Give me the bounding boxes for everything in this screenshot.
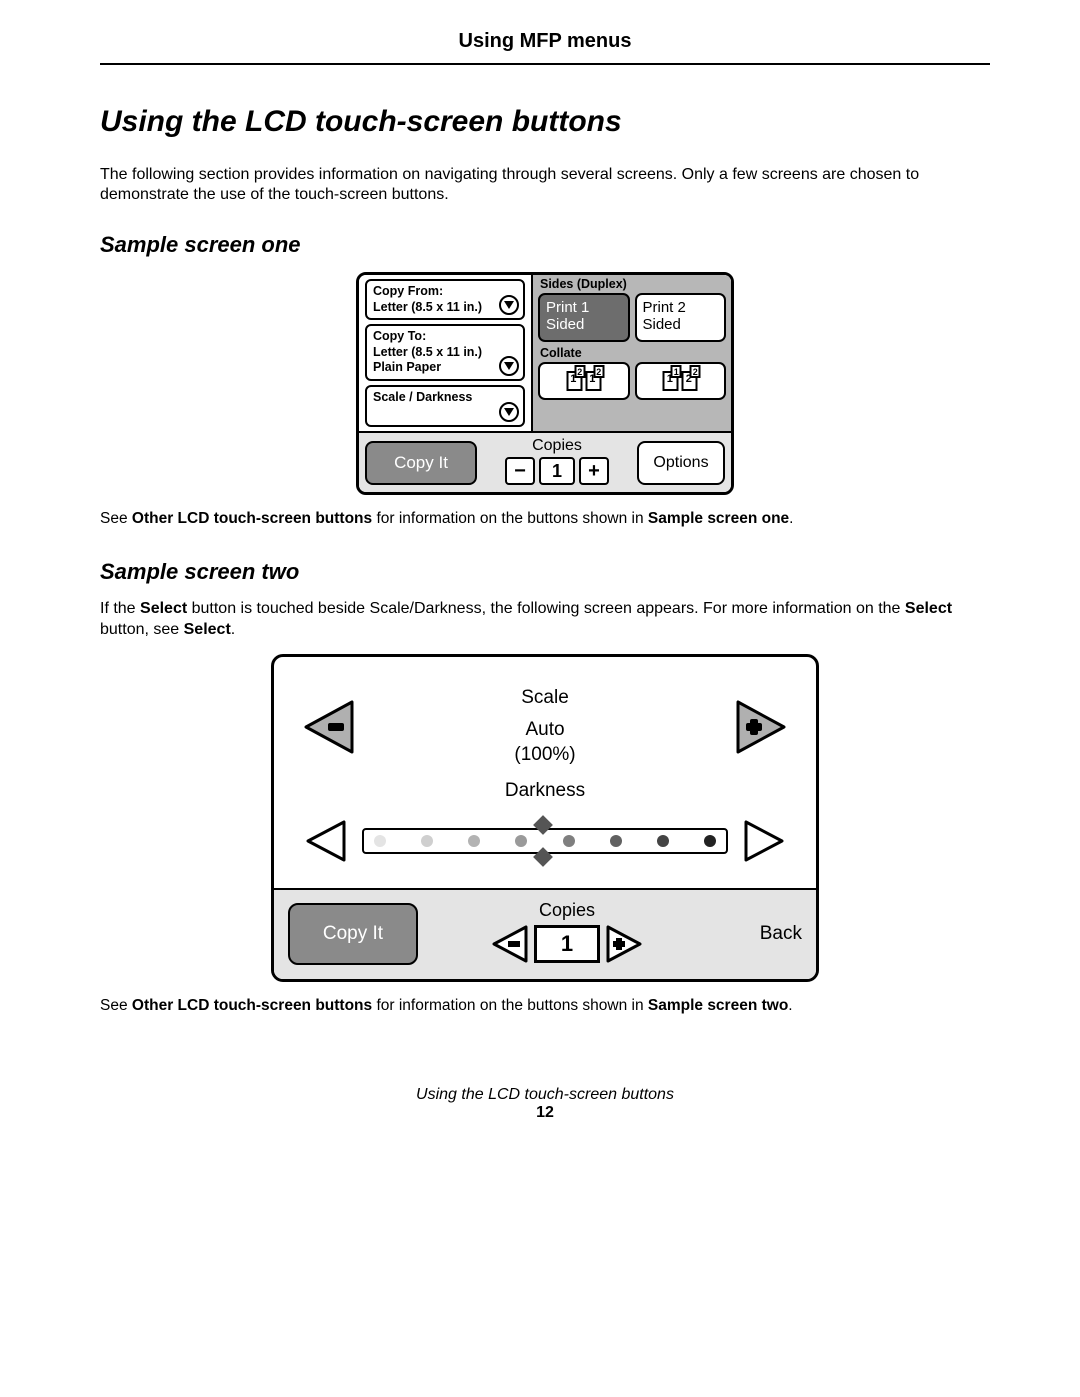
copy-from-field[interactable]: Copy From: Letter (8.5 x 11 in.)	[365, 279, 525, 320]
sample-screen-two: Scale Auto (100%) Darkness	[271, 654, 819, 982]
dropdown-icon[interactable]	[499, 356, 519, 376]
scale-decrease-button[interactable]	[300, 698, 356, 756]
dropdown-icon[interactable]	[499, 402, 519, 422]
section-heading-two: Sample screen two	[100, 559, 990, 585]
print-1-sided-button[interactable]: Print 1Sided	[538, 293, 630, 343]
darkness-dot	[468, 835, 480, 847]
chapter-title: Using MFP menus	[100, 30, 990, 53]
darkness-dot	[610, 835, 622, 847]
darkness-dot	[421, 835, 433, 847]
darkness-dot	[515, 835, 527, 847]
copies-value: 1	[534, 925, 600, 963]
darkness-thumb-icon	[533, 847, 553, 867]
copies-decrease-button[interactable]: −	[505, 457, 535, 485]
copy-it-button[interactable]: Copy It	[365, 441, 477, 485]
copy-to-label: Copy To:	[373, 329, 426, 343]
copy-to-field[interactable]: Copy To: Letter (8.5 x 11 in.) Plain Pap…	[365, 324, 525, 381]
collate-option-12-12[interactable]: 2 2	[538, 362, 630, 400]
copy-it-button[interactable]: Copy It	[288, 903, 418, 965]
print-1-sided-label: Print 1Sided	[546, 299, 589, 333]
copy-to-media: Plain Paper	[373, 360, 441, 374]
copies-decrease-button[interactable]	[488, 923, 530, 965]
sides-duplex-label: Sides (Duplex)	[540, 277, 726, 291]
copies-label: Copies	[485, 437, 629, 455]
scale-percent: (100%)	[514, 742, 575, 768]
copies-label: Copies	[432, 900, 702, 921]
darkness-increase-button[interactable]	[740, 816, 790, 866]
print-2-sided-label: Print 2Sided	[643, 299, 686, 333]
darkness-thumb-icon	[533, 815, 553, 835]
scale-darkness-field[interactable]: Scale / Darkness	[365, 385, 525, 427]
section-heading-one: Sample screen one	[100, 232, 990, 258]
print-2-sided-button[interactable]: Print 2Sided	[635, 293, 727, 343]
darkness-slider[interactable]	[362, 828, 728, 854]
copy-from-value: Letter (8.5 x 11 in.)	[373, 300, 482, 314]
back-button[interactable]: Back	[716, 903, 802, 965]
copies-value: 1	[539, 457, 575, 485]
copies-increase-button[interactable]	[604, 923, 646, 965]
options-button[interactable]: Options	[637, 441, 725, 485]
scale-auto: Auto	[514, 717, 575, 743]
dropdown-icon[interactable]	[499, 295, 519, 315]
screen-two-lead: If the Select button is touched beside S…	[100, 599, 990, 640]
copy-from-label: Copy From:	[373, 284, 443, 298]
darkness-dot	[563, 835, 575, 847]
scale-darkness-label: Scale / Darkness	[373, 390, 472, 404]
darkness-dot	[704, 835, 716, 847]
scale-increase-button[interactable]	[734, 698, 790, 756]
darkness-label: Darkness	[505, 780, 585, 802]
page-number: 12	[100, 1104, 990, 1122]
scale-label: Scale	[514, 685, 575, 711]
intro-paragraph: The following section provides informati…	[100, 165, 990, 206]
sample-screen-one: Copy From: Letter (8.5 x 11 in.) Copy To…	[356, 272, 734, 495]
divider	[100, 63, 990, 65]
copies-increase-button[interactable]: +	[579, 457, 609, 485]
screen-two-caption: See Other LCD touch-screen buttons for i…	[100, 996, 990, 1016]
screen-one-caption: See Other LCD touch-screen buttons for i…	[100, 509, 990, 529]
copy-to-value: Letter (8.5 x 11 in.)	[373, 345, 482, 359]
darkness-dot	[374, 835, 386, 847]
darkness-dot	[657, 835, 669, 847]
darkness-decrease-button[interactable]	[300, 816, 350, 866]
collate-option-11-22[interactable]: 1 2	[635, 362, 727, 400]
page-title: Using the LCD touch-screen buttons	[100, 105, 990, 139]
footer-title: Using the LCD touch-screen buttons	[100, 1086, 990, 1104]
collate-label: Collate	[540, 346, 726, 360]
